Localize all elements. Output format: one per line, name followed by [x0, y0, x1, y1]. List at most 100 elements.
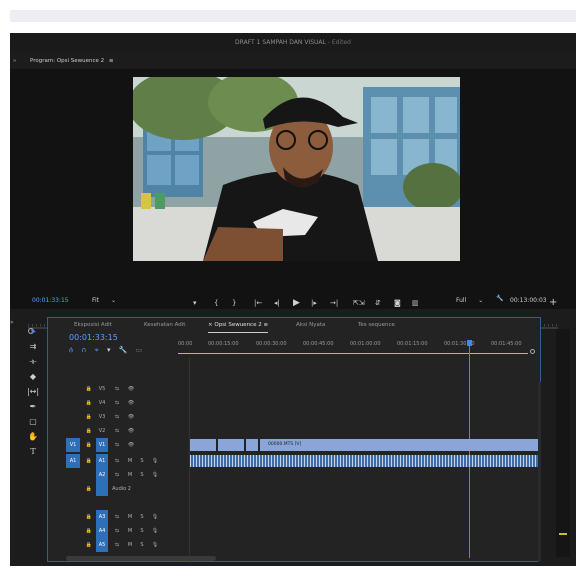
sync-icon[interactable]: ⇆ [112, 468, 122, 482]
mute-button[interactable]: M [126, 454, 134, 468]
mute-button[interactable]: M [126, 538, 134, 552]
sync-icon[interactable]: ⇆ [112, 382, 122, 396]
razor-tool-icon[interactable]: ◆ [24, 370, 42, 384]
source-patch-v1[interactable]: V1 [66, 438, 80, 452]
step-back-button[interactable]: ◂| [274, 297, 280, 309]
captions-icon[interactable]: ▭ [136, 346, 143, 354]
lift-button[interactable]: ⇱⇲ [353, 297, 365, 309]
track-name[interactable]: A2 [96, 468, 108, 496]
track-select-tool-icon[interactable]: ⇉ [24, 340, 42, 354]
lock-icon[interactable]: 🔒 [84, 396, 94, 410]
ripple-edit-tool-icon[interactable]: ⟛ [24, 355, 42, 369]
solo-button[interactable]: S [138, 454, 146, 468]
type-tool-icon[interactable]: T [24, 445, 42, 459]
sync-icon[interactable]: ⇆ [112, 510, 122, 524]
solo-button[interactable]: S [138, 524, 146, 538]
mic-icon[interactable]: 🎙 [150, 538, 160, 552]
lock-icon[interactable]: 🔒 [84, 524, 94, 538]
mic-icon[interactable]: 🎙 [150, 454, 160, 468]
pen-tool-icon[interactable]: ✒ [24, 400, 42, 414]
panel-menu-icon[interactable]: ≡ [263, 322, 268, 328]
track-name[interactable]: V1 [96, 438, 108, 452]
video-frame[interactable] [133, 77, 460, 261]
timeline-current-timecode[interactable]: 00:01:33:15 [69, 333, 118, 342]
video-clip[interactable] [246, 439, 258, 451]
track-name[interactable]: A3 [96, 510, 108, 524]
export-frame-button[interactable]: ◙ [394, 297, 401, 309]
solo-button[interactable]: S [138, 510, 146, 524]
scroll-end-handle[interactable] [530, 349, 535, 354]
lock-icon[interactable]: 🔒 [84, 410, 94, 424]
work-area-bar[interactable] [178, 353, 528, 354]
sync-icon[interactable]: ⇆ [112, 538, 122, 552]
mic-icon[interactable]: 🎙 [150, 510, 160, 524]
rectangle-tool-icon[interactable]: ▢ [24, 415, 42, 429]
mic-icon[interactable]: 🎙 [150, 524, 160, 538]
lock-icon[interactable]: 🔒 [84, 382, 94, 396]
video-clip-main[interactable]: 00000.MTS [V] [260, 439, 538, 451]
selection-tool-icon[interactable]: ➤ [24, 325, 42, 339]
tab-aksi-nyata[interactable]: Aksi Nyata [296, 318, 325, 332]
eye-icon[interactable]: 👁 [126, 438, 136, 452]
track-name[interactable]: A5 [96, 538, 108, 552]
extract-button[interactable]: ⇵ [375, 297, 381, 309]
comparison-view-button[interactable]: ▥ [412, 297, 419, 309]
video-clip[interactable] [218, 439, 244, 451]
solo-button[interactable]: S [138, 538, 146, 552]
lock-icon[interactable]: 🔒 [84, 424, 94, 438]
horizontal-scrollbar[interactable] [66, 556, 216, 561]
track-name[interactable]: V4 [96, 396, 108, 410]
wrench-icon[interactable]: 🔧 [119, 346, 128, 354]
panel-menu-icon[interactable]: ≡ [109, 58, 114, 64]
nest-icon[interactable]: ⫛ [69, 346, 73, 354]
hand-tool-icon[interactable]: ✋ [24, 430, 42, 444]
button-editor-add[interactable]: + [549, 297, 557, 309]
sync-icon[interactable]: ⇆ [112, 424, 122, 438]
track-name[interactable]: A1 [96, 454, 108, 468]
tools-expand-icon[interactable]: » [10, 319, 14, 326]
go-to-in-button[interactable]: |← [254, 297, 262, 309]
add-marker-button[interactable]: ▾ [193, 297, 197, 309]
playhead-handle[interactable] [466, 340, 472, 346]
timeline-time-ruler[interactable]: 00:00 00:00:15:00 00:00:30:00 00:00:45:0… [178, 332, 540, 354]
tab-kesehatan-adit[interactable]: Kesehatan Adit [144, 318, 185, 332]
sync-icon[interactable]: ⇆ [112, 396, 122, 410]
solo-button[interactable]: S [138, 468, 146, 482]
lock-icon[interactable]: 🔒 [84, 438, 94, 452]
linked-selection-icon[interactable]: ⌖ [95, 346, 99, 354]
tab-opsi-sewuence-2[interactable]: × Opsi Sewuence 2 ≡ [208, 318, 269, 333]
expand-icon[interactable]: » [13, 55, 16, 67]
sync-icon[interactable]: ⇆ [112, 524, 122, 538]
track-name[interactable]: V2 [96, 424, 108, 438]
eye-icon[interactable]: 👁 [126, 382, 136, 396]
snap-magnet-icon[interactable]: ∩ [81, 346, 86, 354]
track-name[interactable]: V5 [96, 382, 108, 396]
eye-icon[interactable]: 👁 [126, 410, 136, 424]
audio-clip-a1[interactable] [190, 455, 538, 467]
close-icon[interactable]: × [208, 322, 213, 328]
mute-button[interactable]: M [126, 524, 134, 538]
play-button[interactable]: ▶ [293, 297, 300, 309]
lock-icon[interactable]: 🔒 [84, 538, 94, 552]
program-tab[interactable]: Program: Opsi Sewuence 2 ≡ [30, 55, 114, 67]
step-forward-button[interactable]: |▸ [311, 297, 317, 309]
lock-icon[interactable]: 🔒 [84, 482, 94, 496]
video-clip[interactable] [190, 439, 216, 451]
eye-icon[interactable]: 👁 [126, 396, 136, 410]
mute-button[interactable]: M [126, 510, 134, 524]
tab-tes-sequence[interactable]: Tes sequence [358, 318, 395, 332]
sync-icon[interactable]: ⇆ [112, 438, 122, 452]
sync-icon[interactable]: ⇆ [112, 410, 122, 424]
slip-tool-icon[interactable]: |↔| [24, 385, 42, 399]
lock-icon[interactable]: 🔒 [84, 510, 94, 524]
vertical-scrollbar[interactable] [538, 382, 541, 562]
mic-icon[interactable]: 🎙 [150, 468, 160, 482]
lock-icon[interactable]: 🔒 [84, 454, 94, 468]
eye-icon[interactable]: 👁 [126, 424, 136, 438]
sync-icon[interactable]: ⇆ [112, 454, 122, 468]
tab-eksposisi-adit[interactable]: Eksposisi Adit [74, 318, 112, 332]
mark-in-button[interactable]: { [214, 297, 218, 309]
track-name[interactable]: V3 [96, 410, 108, 424]
mark-out-button[interactable]: } [232, 297, 236, 309]
mute-button[interactable]: M [126, 468, 134, 482]
